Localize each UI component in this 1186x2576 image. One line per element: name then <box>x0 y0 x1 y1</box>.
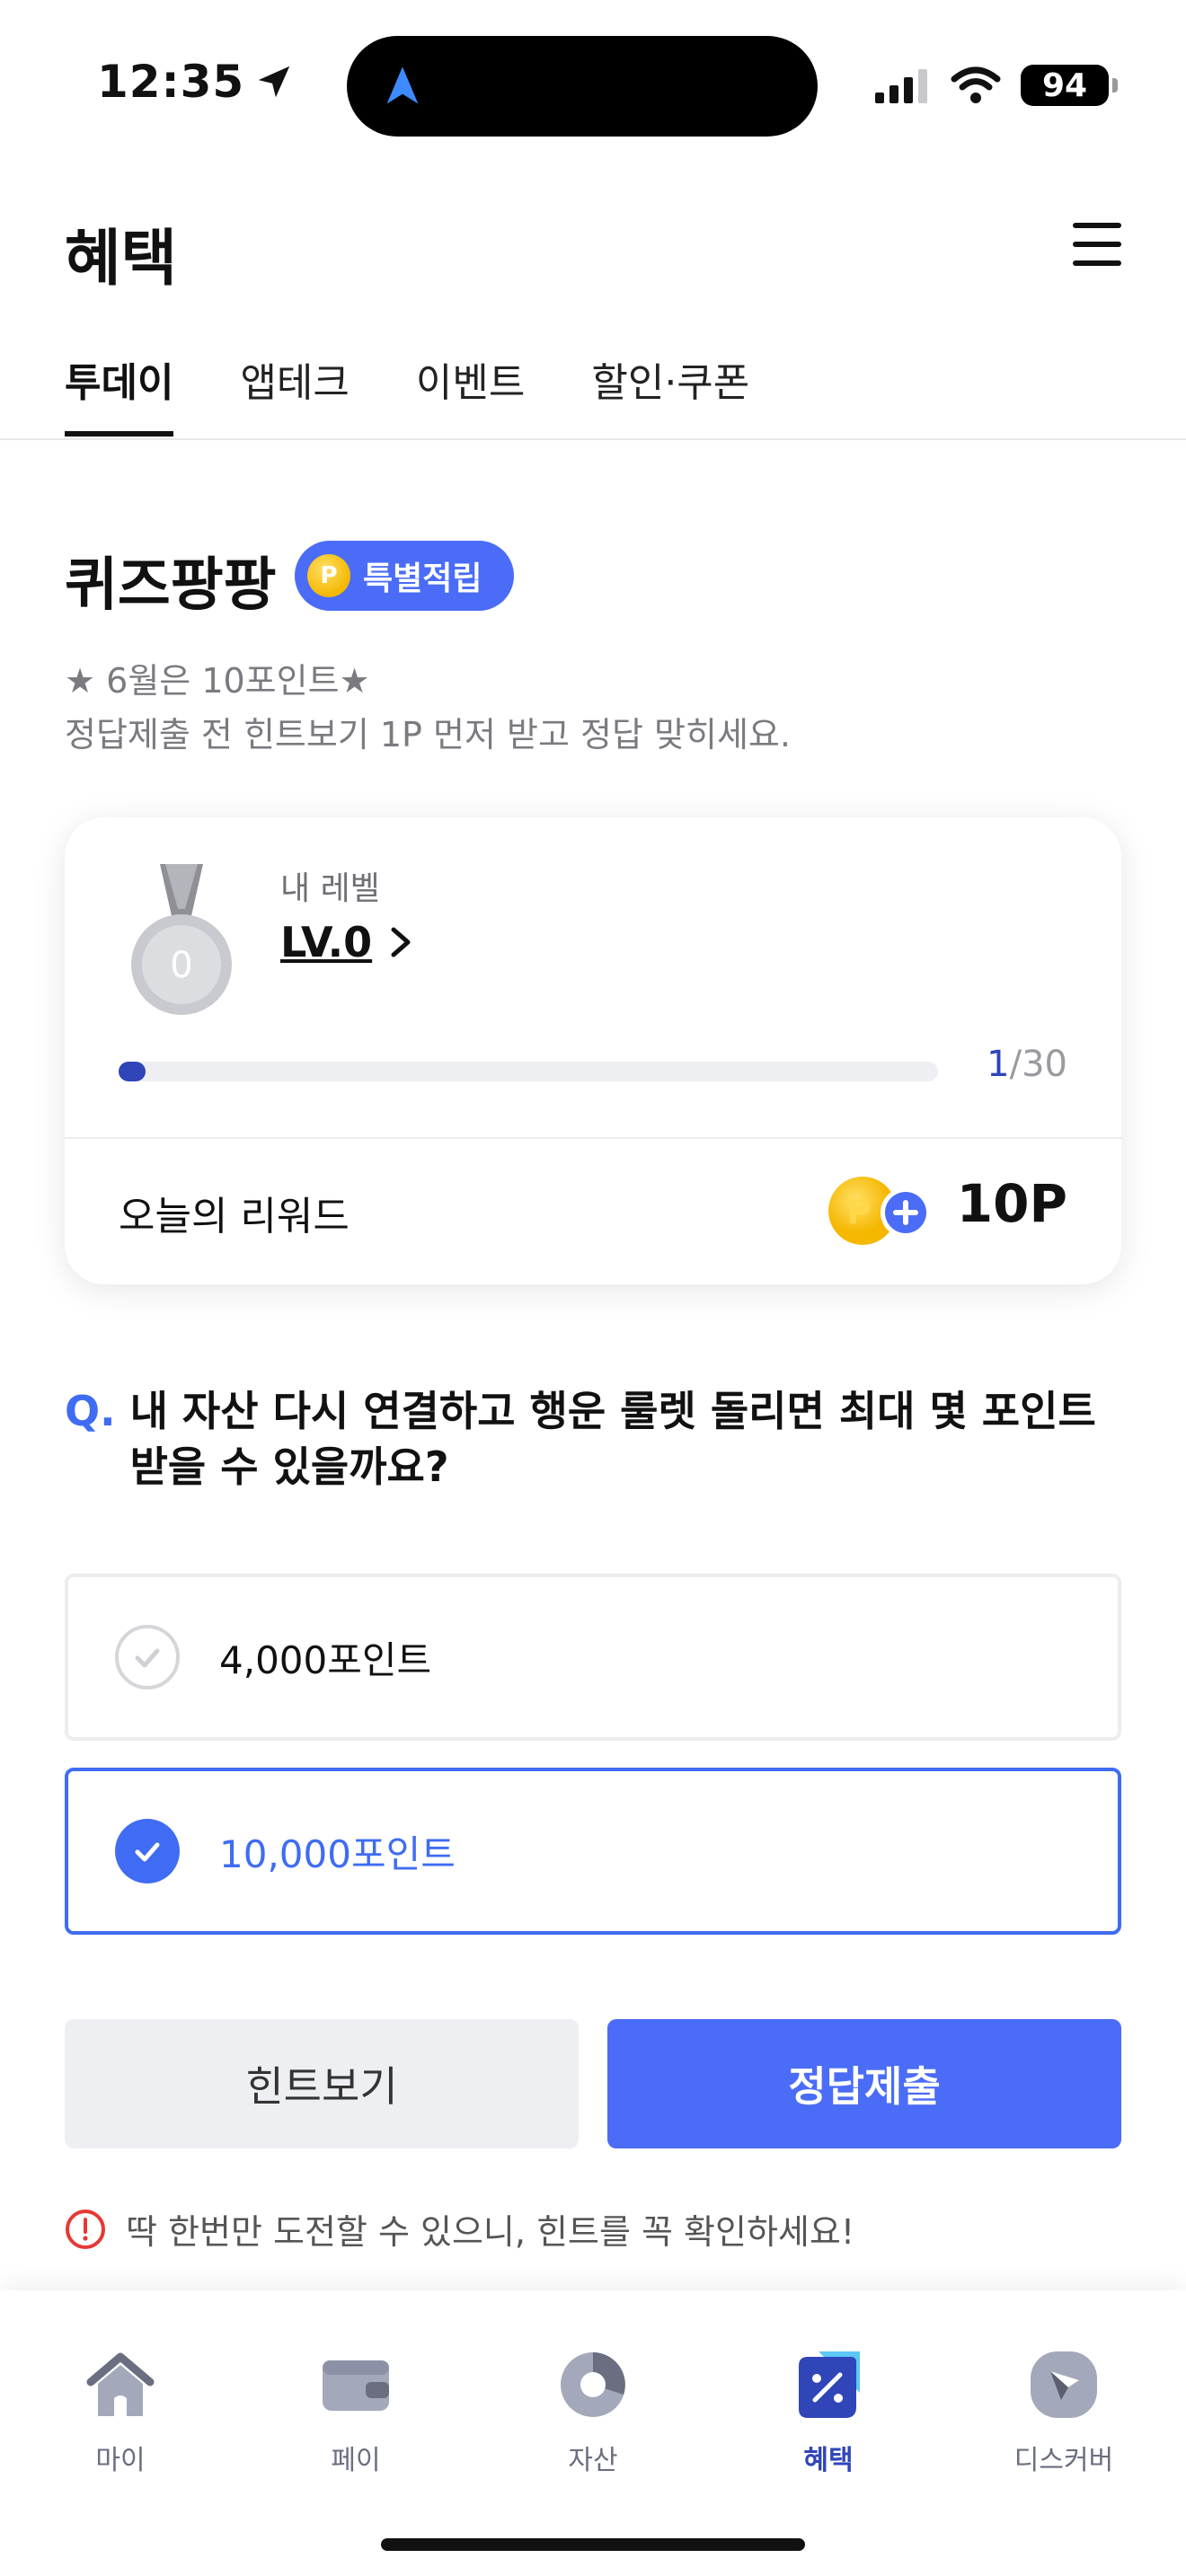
nav-item-my[interactable]: 마이 <box>31 2344 210 2477</box>
badge-label: 특별적립 <box>363 560 482 597</box>
submit-answer-button[interactable]: 정답제출 <box>607 2019 1121 2148</box>
level-card: 0 내 레벨 LV.0 1 /30 오늘의 리워드 P 10P <box>65 817 1121 1284</box>
question-prefix: Q. <box>65 1387 116 1435</box>
wifi-icon <box>951 66 1001 103</box>
signal-icon <box>875 69 927 103</box>
nav-label: 마이 <box>95 2445 146 2476</box>
level-link[interactable]: LV.0 <box>280 918 415 966</box>
card-divider <box>65 1137 1121 1139</box>
warning-notice: 딱 한번만 도전할 수 있으니, 힌트를 꼭 확인하세요! <box>65 2204 854 2254</box>
nav-item-pay[interactable]: 페이 <box>266 2344 446 2477</box>
navigation-icon <box>386 66 419 104</box>
checked-circle-icon <box>115 1819 180 1883</box>
location-arrow-icon <box>258 66 290 98</box>
nav-label: 페이 <box>331 2445 381 2476</box>
bottom-navigation: 마이 페이 자산 혜택 디스커버 <box>0 2290 1186 2576</box>
unchecked-circle-icon <box>115 1625 180 1689</box>
nav-item-assets[interactable]: 자산 <box>503 2344 683 2477</box>
home-icon <box>86 2352 155 2416</box>
alert-circle-icon <box>66 2209 105 2249</box>
warning-text: 딱 한번만 도전할 수 있으니, 힌트를 꼭 확인하세요! <box>126 2212 855 2252</box>
svg-text:P: P <box>846 1192 872 1231</box>
question-text: 내 자산 다시 연결하고 행운 룰렛 돌리면 최대 몇 포인트 받을 수 있을까… <box>129 1387 1096 1491</box>
progress-total: /30 <box>1009 1044 1067 1085</box>
battery-indicator: 94 <box>1021 65 1118 106</box>
point-coin-icon: P <box>307 554 350 597</box>
pie-chart-icon <box>561 2352 625 2417</box>
quiz-desc-line1: ★ 6월은 10포인트★ <box>65 661 370 701</box>
level-progress-bar <box>119 1062 938 1081</box>
medal-number: 0 <box>170 945 192 986</box>
hamburger-menu-icon[interactable] <box>1073 223 1121 266</box>
quiz-question: Q. 내 자산 다시 연결하고 행운 룰렛 돌리면 최대 몇 포인트 받을 수 … <box>65 1383 1121 1495</box>
option-label: 4,000포인트 <box>219 1637 432 1682</box>
tab-divider <box>0 438 1186 440</box>
tab-today[interactable]: 투데이 <box>65 350 174 437</box>
answer-option-2[interactable]: 10,000포인트 <box>65 1768 1121 1935</box>
quiz-description: ★ 6월은 10포인트★ 정답제출 전 힌트보기 1P 먼저 받고 정답 맞히세… <box>65 654 791 762</box>
tab-event[interactable]: 이벤트 <box>416 350 525 437</box>
benefit-tag-icon <box>799 2351 860 2418</box>
battery-level: 94 <box>1041 66 1088 104</box>
chevron-right-icon <box>391 927 411 957</box>
time-text: 12:35 <box>97 56 245 108</box>
hint-button[interactable]: 힌트보기 <box>65 2019 579 2148</box>
coin-plus-icon: P <box>828 1177 931 1245</box>
status-bar: 12:35 94 <box>0 0 1186 171</box>
answer-option-1[interactable]: 4,000포인트 <box>65 1574 1121 1741</box>
special-reward-badge: P 특별적립 <box>295 541 515 611</box>
nav-item-discover[interactable]: 디스커버 <box>974 2344 1154 2477</box>
medal-icon: 0 <box>131 864 232 1015</box>
progress-count: 1 /30 <box>987 1044 1067 1085</box>
progress-current: 1 <box>987 1044 1010 1085</box>
nav-label: 혜택 <box>803 2445 854 2476</box>
reward-amount: 10P <box>956 1173 1067 1234</box>
dynamic-island <box>347 36 818 137</box>
tab-discount-coupon[interactable]: 할인·쿠폰 <box>591 350 749 437</box>
nav-label: 디스커버 <box>1013 2445 1114 2476</box>
tab-bar: 투데이 앱테크 이벤트 할인·쿠폰 <box>65 350 749 437</box>
option-label: 10,000포인트 <box>219 1831 456 1876</box>
quiz-desc-line2: 정답제출 전 힌트보기 1P 먼저 받고 정답 맞히세요. <box>65 715 791 754</box>
nav-item-benefits[interactable]: 혜택 <box>739 2344 918 2477</box>
quiz-title: 퀴즈팡팡 <box>65 552 277 619</box>
status-indicators: 94 <box>875 65 1118 106</box>
reward-label: 오늘의 리워드 <box>119 1194 350 1239</box>
status-time: 12:35 <box>97 56 295 108</box>
level-caption: 내 레벨 <box>280 870 380 907</box>
wallet-icon <box>323 2360 389 2411</box>
home-indicator <box>381 2538 805 2551</box>
nav-label: 자산 <box>568 2445 618 2476</box>
level-progress-fill <box>119 1062 146 1081</box>
tab-apptech[interactable]: 앱테크 <box>240 350 349 437</box>
compass-icon <box>1031 2351 1097 2418</box>
level-value: LV.0 <box>280 918 373 966</box>
page-title: 혜택 <box>65 224 178 295</box>
